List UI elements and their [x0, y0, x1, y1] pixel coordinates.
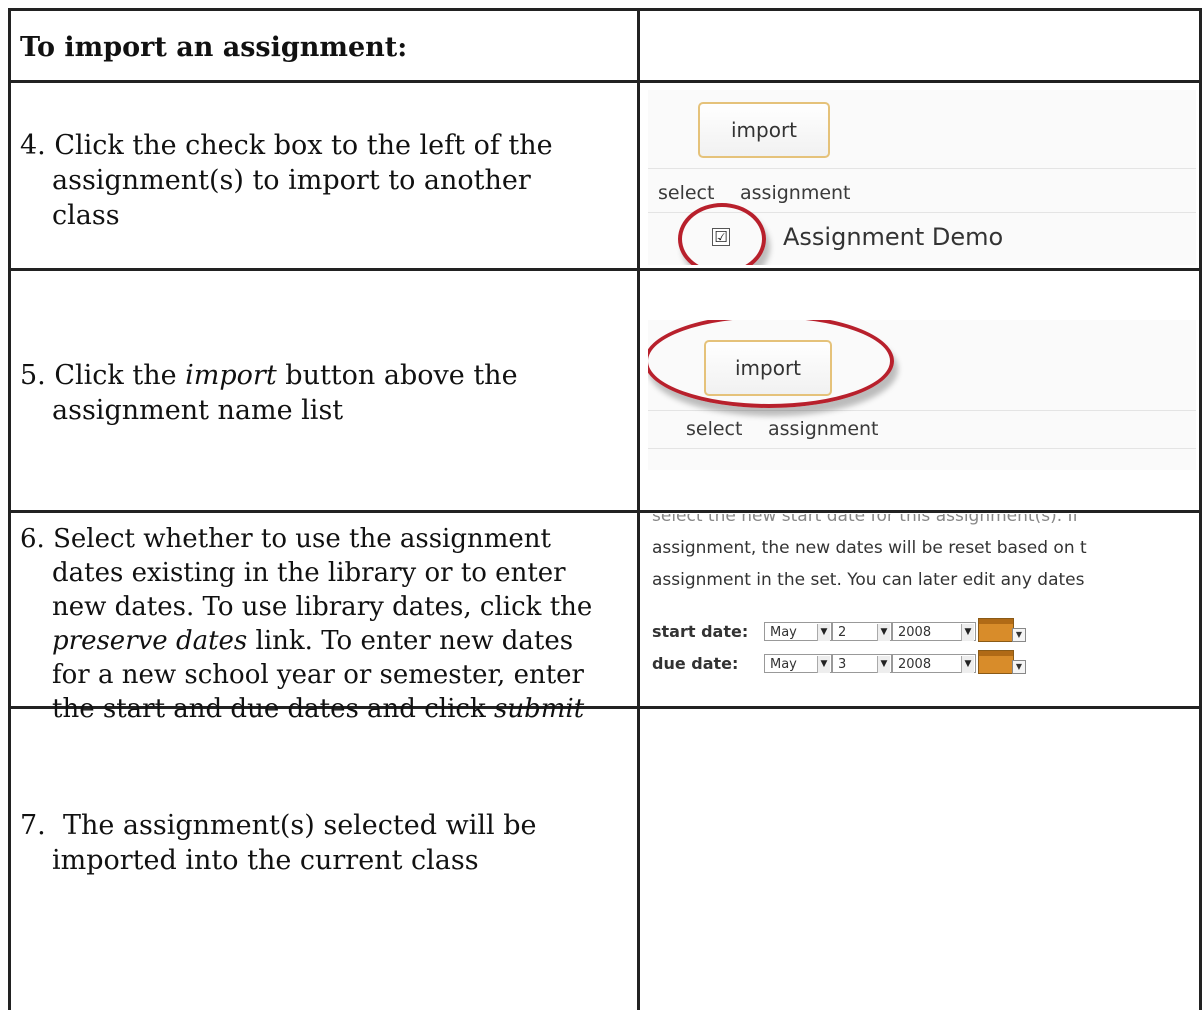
- screenshot-date-selection: select the new start date for this assig…: [648, 514, 1196, 694]
- dropdown-arrow-icon: ▼: [817, 624, 830, 641]
- step-6-emphasis: preserve dates: [52, 626, 248, 656]
- divider: [648, 448, 1196, 449]
- start-month-value: May: [770, 625, 797, 640]
- page-title: To import an assignment:: [20, 32, 408, 63]
- step-4-line: class: [52, 200, 120, 231]
- step-7-line: imported into the current class: [52, 845, 479, 876]
- table-border-top: [8, 8, 1202, 11]
- step-6-line: new dates. To use library dates, click t…: [52, 592, 593, 622]
- due-month-value: May: [770, 657, 797, 672]
- screenshot-select-assignment: import select assignment ☑ Assignment De…: [648, 90, 1196, 265]
- divider: [648, 168, 1196, 169]
- step-6-line: for a new school year or semester, enter: [52, 660, 584, 690]
- dropdown-arrow-icon: ▼: [877, 624, 890, 641]
- step-4-line: assignment(s) to import to another: [52, 165, 531, 196]
- dropdown-arrow-icon: ▼: [877, 656, 890, 673]
- step-6-text: 6. Select whether to use the assignment …: [20, 522, 632, 726]
- start-year-select[interactable]: 2008 ▼: [892, 622, 976, 641]
- divider: [648, 410, 1196, 411]
- calendar-icon[interactable]: [978, 650, 1014, 674]
- start-day-select[interactable]: 2 ▼: [832, 622, 892, 641]
- due-date-label: due date:: [652, 654, 739, 673]
- due-day-value: 3: [838, 657, 847, 672]
- step-4-line: 4. Click the check box to the left of th…: [20, 128, 620, 163]
- calendar-dropdown-icon[interactable]: ▼: [1012, 628, 1026, 642]
- step-7-text: 7. The assignment(s) selected will be im…: [20, 808, 620, 878]
- start-date-label: start date:: [652, 622, 749, 641]
- instruction-paragraph-line: assignment in the set. You can later edi…: [652, 570, 1085, 590]
- dropdown-arrow-icon: ▼: [961, 656, 974, 673]
- dropdown-arrow-icon: ▼: [817, 656, 830, 673]
- step-5-text: 5. Click the import button above the ass…: [20, 358, 620, 428]
- step-6-line1: Select whether to use the assignment: [53, 524, 551, 554]
- column-header-assignment: assignment: [768, 418, 879, 440]
- step-number: 5.: [20, 360, 46, 391]
- assignment-name: Assignment Demo: [783, 223, 1004, 251]
- table-row-divider: [8, 80, 1202, 83]
- step-5-line: 5. Click the import button above the: [20, 358, 620, 393]
- instruction-paragraph-line: assignment, the new dates will be reset …: [652, 538, 1087, 558]
- step-7-line1: The assignment(s) selected will be: [62, 810, 537, 841]
- step-6-line: the start and due dates and click submit: [20, 692, 632, 726]
- step-5-text-suffix: button above the: [276, 360, 518, 391]
- due-month-select[interactable]: May ▼: [764, 654, 832, 673]
- due-year-select[interactable]: 2008 ▼: [892, 654, 976, 673]
- step-6-line6-prefix: the start and due dates and click: [52, 694, 494, 724]
- due-day-select[interactable]: 3 ▼: [832, 654, 892, 673]
- step-number: 7.: [20, 810, 46, 841]
- step-4-text: 4. Click the check box to the left of th…: [20, 128, 620, 233]
- step-5-emphasis: import: [185, 360, 277, 391]
- step-6-line: dates existing in the library or to ente…: [52, 558, 566, 588]
- dropdown-arrow-icon: ▼: [961, 624, 974, 641]
- instruction-paragraph-line: select the new start date for this assig…: [652, 514, 1079, 526]
- import-button-label: import: [730, 118, 798, 142]
- highlight-ellipse: [648, 320, 894, 408]
- due-year-value: 2008: [898, 657, 932, 672]
- highlight-circle: [678, 203, 766, 265]
- step-number: 6.: [20, 524, 45, 554]
- table-row-divider: [8, 268, 1202, 271]
- step-4-line1: Click the check box to the left of the: [54, 130, 553, 161]
- step-5-text-prefix: Click the: [54, 360, 186, 391]
- start-day-value: 2: [838, 625, 847, 640]
- step-5-line: assignment name list: [52, 395, 344, 426]
- step-6-line: preserve dates link. To enter new dates: [20, 624, 632, 658]
- step-6-line4-suffix: link. To enter new dates: [247, 626, 574, 656]
- import-button[interactable]: import: [698, 102, 830, 158]
- screenshot-import-button: import select assignment: [648, 320, 1196, 470]
- step-6-emphasis: submit: [494, 694, 585, 724]
- step-number: 4.: [20, 130, 46, 161]
- table-row-divider: [8, 510, 1202, 513]
- start-month-select[interactable]: May ▼: [764, 622, 832, 641]
- calendar-dropdown-icon[interactable]: ▼: [1012, 660, 1026, 674]
- column-header-select: select: [686, 418, 743, 440]
- column-header-select: select: [658, 182, 715, 204]
- column-header-assignment: assignment: [740, 182, 851, 204]
- step-7-line: 7. The assignment(s) selected will be: [20, 808, 620, 843]
- start-year-value: 2008: [898, 625, 932, 640]
- calendar-icon[interactable]: [978, 618, 1014, 642]
- step-6-line: 6. Select whether to use the assignment: [20, 522, 632, 556]
